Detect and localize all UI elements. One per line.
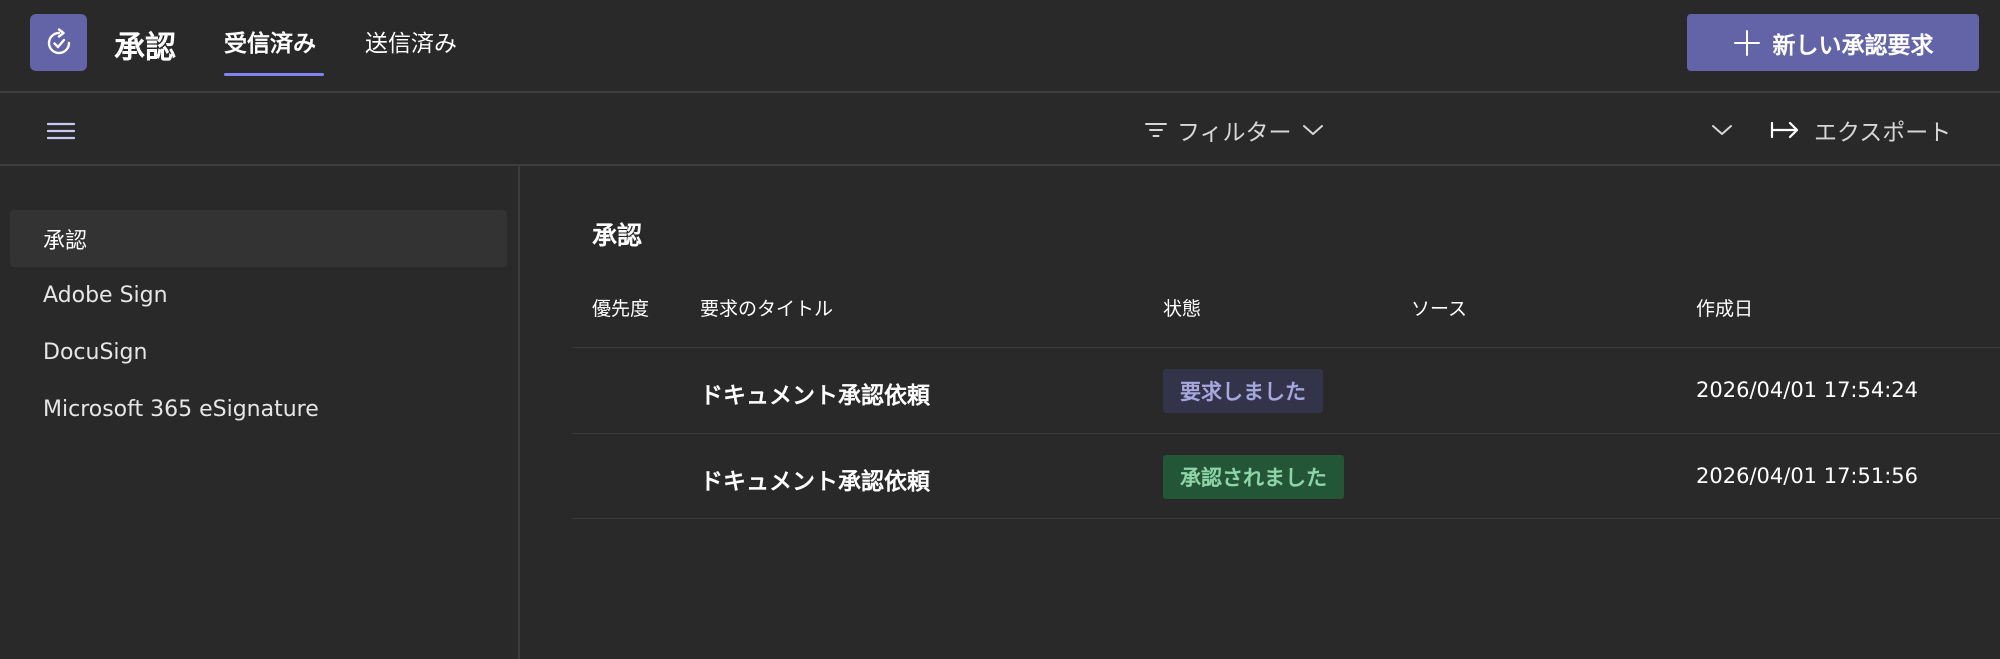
tab-sent[interactable]: 送信済み xyxy=(365,24,467,76)
refresh-check-icon xyxy=(47,27,70,54)
table-row[interactable]: ドキュメント承認依頼 承認されました 2026/04/01 17:51:56 xyxy=(572,433,2000,519)
new-approval-request-label: 新しい承認要求 xyxy=(1772,32,1934,59)
column-header-status[interactable]: 状態 xyxy=(1163,294,1201,321)
main-content: 承認 優先度 要求のタイトル 状態 ソース 作成日 ドキュメント承認依頼 要求し… xyxy=(522,166,2000,659)
row-created-date: 2026/04/01 17:51:56 xyxy=(1696,464,1919,488)
hamburger-icon[interactable] xyxy=(46,119,76,143)
status-badge: 承認されました xyxy=(1163,455,1344,499)
sidebar: 承認 Adobe Sign DocuSign Microsoft 365 eSi… xyxy=(0,166,520,659)
app-header: 承認 受信済み 送信済み 新しい承認要求 xyxy=(0,0,2000,93)
sidebar-item-microsoft-365-esignature[interactable]: Microsoft 365 eSignature xyxy=(10,381,507,438)
filter-label: フィルター xyxy=(1177,120,1292,146)
view-chevron-down-icon[interactable] xyxy=(1710,118,1734,142)
filter-button[interactable]: フィルター xyxy=(1145,110,1324,150)
export-button[interactable]: エクスポート xyxy=(1770,110,1951,150)
column-header-source[interactable]: ソース xyxy=(1411,294,1467,321)
chevron-down-icon xyxy=(1302,125,1323,135)
sidebar-item-docusign[interactable]: DocuSign xyxy=(10,324,507,381)
column-header-created[interactable]: 作成日 xyxy=(1696,294,1753,321)
row-title: ドキュメント承認依頼 xyxy=(700,383,930,409)
row-title: ドキュメント承認依頼 xyxy=(700,469,930,495)
app-title: 承認 xyxy=(114,30,176,66)
row-created-date: 2026/04/01 17:54:24 xyxy=(1696,378,1919,402)
column-header-priority[interactable]: 優先度 xyxy=(592,294,649,321)
sidebar-item-approvals[interactable]: 承認 xyxy=(10,210,507,267)
status-badge: 要求しました xyxy=(1163,369,1323,413)
column-header-title[interactable]: 要求のタイトル xyxy=(700,294,833,321)
sidebar-item-adobe-sign[interactable]: Adobe Sign xyxy=(10,267,507,324)
app-icon[interactable] xyxy=(30,14,87,71)
section-title: 承認 xyxy=(592,221,643,250)
table-row[interactable]: ドキュメント承認依頼 要求しました 2026/04/01 17:54:24 xyxy=(572,347,2000,433)
toolbar: フィルター エクスポート xyxy=(0,94,2000,166)
export-label: エクスポート xyxy=(1814,120,1952,146)
export-arrow-icon xyxy=(1770,121,1799,139)
filter-icon xyxy=(1145,123,1167,137)
tab-received[interactable]: 受信済み xyxy=(224,24,324,76)
new-approval-request-button[interactable]: 新しい承認要求 xyxy=(1687,14,1979,71)
plus-icon xyxy=(1733,29,1761,57)
